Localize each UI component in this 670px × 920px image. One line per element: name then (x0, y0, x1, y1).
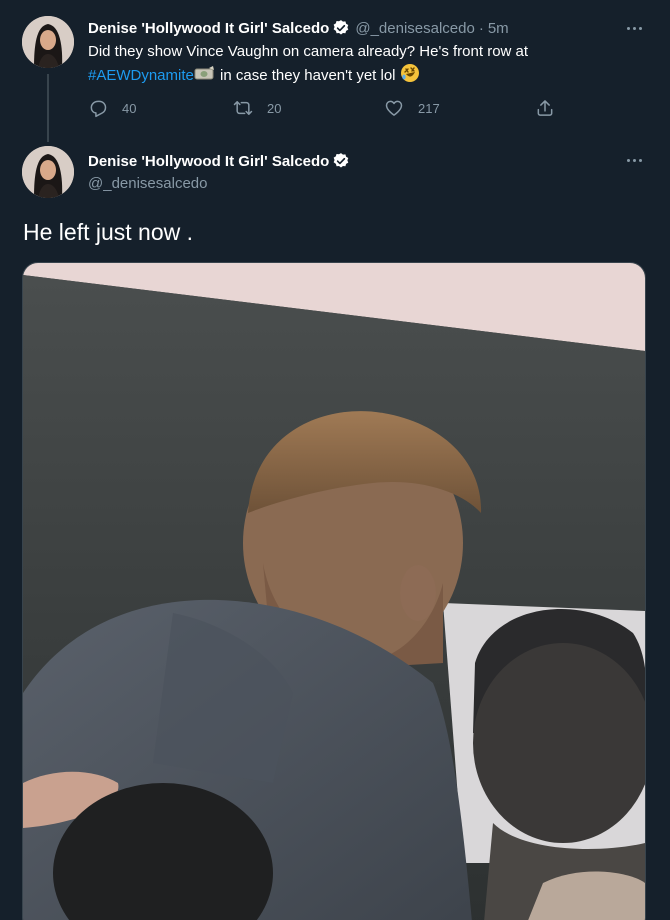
like-count: 217 (418, 100, 440, 116)
tweet-thread: Denise 'Hollywood It Girl' Salcedo @_den… (0, 0, 670, 920)
thread-connector-line (47, 74, 49, 142)
more-icon[interactable] (620, 18, 648, 38)
handle[interactable]: @_denisesalcedo (355, 20, 474, 37)
display-name[interactable]: Denise 'Hollywood It Girl' Salcedo (88, 20, 329, 37)
hashtag-link[interactable]: #AEWDynamite (88, 67, 194, 84)
attached-photo[interactable] (22, 262, 646, 920)
share-button[interactable] (535, 98, 555, 118)
rofl-emoji (400, 63, 420, 90)
reply-count: 40 (122, 100, 137, 116)
verified-badge-icon (332, 152, 350, 170)
tweet-header: Denise 'Hollywood It Girl' Salcedo @_den… (88, 19, 509, 37)
retweet-icon (233, 101, 253, 115)
heart-icon (385, 100, 403, 116)
avatar-image (22, 146, 74, 198)
tweet-text: He left just now . (23, 219, 194, 245)
tweet-text-part: in case they haven't yet lol (215, 67, 400, 84)
tweet-header: Denise 'Hollywood It Girl' Salcedo (88, 152, 350, 170)
reply-button[interactable]: 40 (88, 98, 136, 118)
tweet-text-part: Did they show Vince Vaughn on camera alr… (88, 43, 529, 60)
avatar-image (22, 16, 74, 68)
avatar[interactable] (22, 146, 74, 198)
reply-icon (90, 100, 107, 118)
timestamp[interactable]: 5m (488, 20, 509, 37)
tweet-actions: 40 20 217 (88, 98, 568, 122)
money-bag-emoji (194, 65, 216, 90)
separator: · (478, 19, 484, 37)
avatar[interactable] (22, 16, 74, 68)
display-name[interactable]: Denise 'Hollywood It Girl' Salcedo (88, 153, 329, 170)
retweet-button[interactable]: 20 (233, 98, 281, 118)
share-icon (537, 100, 553, 116)
verified-badge-icon (332, 19, 350, 37)
tweet-text: Did they show Vince Vaughn on camera alr… (88, 41, 608, 90)
like-button[interactable]: 217 (384, 98, 440, 118)
handle[interactable]: @_denisesalcedo (88, 175, 207, 192)
more-icon[interactable] (620, 150, 648, 170)
retweet-count: 20 (267, 100, 282, 116)
